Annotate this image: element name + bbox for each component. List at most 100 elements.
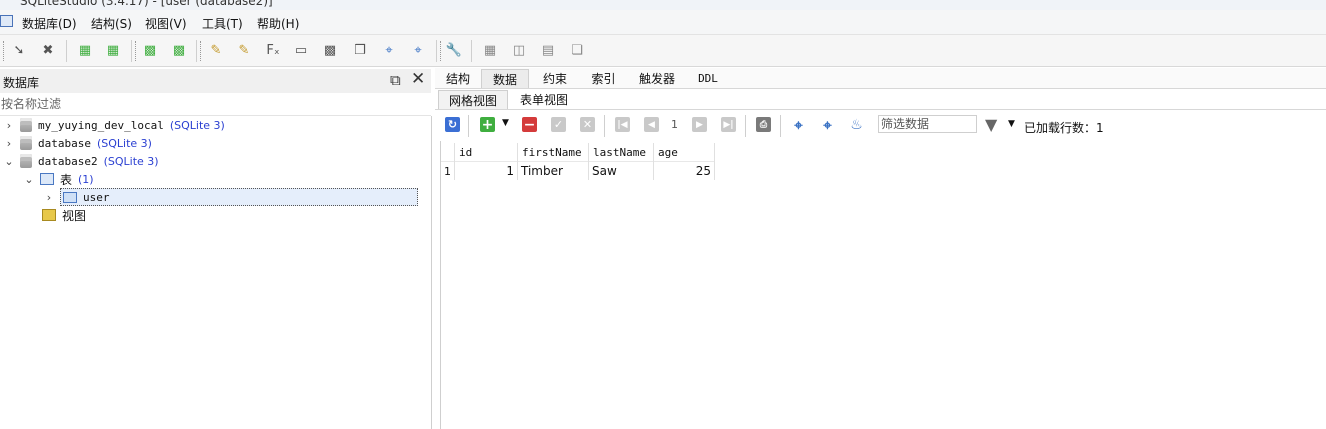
column-header-firstname[interactable]: firstName (517, 143, 589, 162)
tree-filter-input[interactable] (0, 95, 421, 113)
databases-panel-title: 数据库 (3, 76, 40, 90)
row-number-header (441, 143, 455, 162)
toolbar-grip[interactable] (200, 41, 204, 61)
import-data-icon[interactable]: ⌖ (791, 116, 806, 134)
first-page-icon[interactable]: |◀ (615, 117, 630, 132)
disconnect-db-icon[interactable]: ✖ (39, 41, 57, 59)
tab-grid-view[interactable]: 网格视图 (438, 90, 508, 109)
data-view-subtabs: 网格视图 表单视图 (435, 89, 1326, 110)
tab-data[interactable]: 数据 (481, 69, 529, 88)
cell-id[interactable]: 1 (454, 161, 518, 180)
filter-mode-dropdown-icon[interactable]: ▼ (1008, 119, 1015, 129)
main-toolbar: ➘ ✖ ▦ ▦ ▩ ▩ ✎ ✎ Fₓ ▭ ▩ ❒ ⌖ ⌖ 🔧 ▦ ◫ ▤ ❏ (0, 35, 1326, 67)
menu-view[interactable]: 视图(V) (145, 15, 187, 32)
create-table-icon[interactable]: ▩ (141, 41, 159, 59)
row-number[interactable]: 1 (441, 161, 455, 180)
connect-db-icon[interactable]: ➘ (10, 41, 28, 59)
edit-table-icon[interactable]: ▩ (170, 41, 188, 59)
previous-page-icon[interactable]: ◀ (644, 117, 659, 132)
float-panel-icon[interactable]: ⧉ (390, 71, 401, 89)
collation-icon[interactable]: ▭ (292, 41, 310, 59)
column-header-id[interactable]: id (454, 143, 518, 162)
edit-icon[interactable]: ✎ (207, 41, 225, 59)
menu-tools[interactable]: 工具(T) (202, 15, 243, 32)
toolbar-grip[interactable] (440, 41, 444, 61)
tables-folder-icon (40, 173, 54, 185)
settings-wrench-icon[interactable]: 🔧 (445, 41, 463, 59)
database-tree: › my_yuying_dev_local (SQLite 3) › datab… (0, 116, 432, 429)
tree-node-tables[interactable]: ⌄ 表 (1) (24, 170, 93, 188)
title-bar: SQLiteStudio (3.4.17) - [user (database2… (0, 0, 1326, 10)
tab-indexes[interactable]: 索引 (581, 69, 626, 87)
menu-structure[interactable]: 结构(S) (91, 15, 132, 32)
results-table: id firstName lastName age 1 1 Timber Saw… (441, 143, 715, 180)
tree-node-db-database2[interactable]: ⌄ database2 (SQLite 3) (4, 152, 159, 170)
selected-tree-item[interactable]: user (60, 188, 418, 206)
chevron-right-icon[interactable]: › (4, 119, 14, 132)
column-header-age[interactable]: age (653, 143, 715, 162)
tree-node-db-database[interactable]: › database (SQLite 3) (4, 134, 152, 152)
database-icon (20, 154, 32, 168)
table-row[interactable]: 1 1 Timber Saw 25 (441, 161, 715, 180)
cell-lastname[interactable]: Saw (588, 161, 654, 180)
rollback-icon[interactable]: ✕ (580, 117, 595, 132)
tile-vertical-icon[interactable]: ▤ (539, 41, 557, 59)
next-page-icon[interactable]: ▶ (692, 117, 707, 132)
print-icon[interactable]: ⎙ (756, 117, 771, 132)
sql-editor-icon[interactable]: ✎ (235, 41, 253, 59)
tile-windows-icon[interactable]: ▦ (481, 41, 499, 59)
close-panel-icon[interactable]: ✕ (411, 69, 425, 89)
grid-header-row: id firstName lastName age (441, 143, 715, 162)
chevron-right-icon[interactable]: › (4, 137, 14, 150)
populate-table-icon[interactable]: ♨ (849, 117, 864, 133)
commit-icon[interactable]: ✓ (551, 117, 566, 132)
tab-constraints[interactable]: 约束 (531, 69, 579, 87)
tree-node-views[interactable]: 视图 (42, 206, 86, 224)
database-icon (20, 118, 32, 132)
cell-age[interactable]: 25 (653, 161, 715, 180)
chevron-down-icon[interactable]: ⌄ (4, 155, 14, 168)
delete-row-icon[interactable]: − (522, 117, 537, 133)
function-icon[interactable]: Fₓ (264, 41, 282, 59)
cell-firstname[interactable]: Timber (517, 161, 589, 180)
data-toolbar: ↻ + ▼ − ✓ ✕ |◀ ◀ 1 ▶ ▶| ⎙ ⌖ ⌖ ♨ ▼ ▼ 已加载行… (440, 111, 1326, 139)
add-db-icon[interactable]: ▦ (76, 41, 94, 59)
tab-form-view[interactable]: 表单视图 (510, 90, 578, 108)
chevron-right-icon[interactable]: › (44, 191, 54, 204)
tree-node-table-user[interactable]: › user (44, 188, 418, 206)
chevron-down-icon[interactable]: ⌄ (24, 173, 34, 186)
export-icon[interactable]: ⌖ (409, 41, 427, 59)
tree-filter (0, 95, 431, 116)
cascade-windows-icon[interactable]: ❏ (568, 41, 586, 59)
tab-ddl[interactable]: DDL (688, 69, 728, 87)
data-grid: id firstName lastName age 1 1 Timber Saw… (440, 141, 1326, 429)
tile-horizontal-icon[interactable]: ◫ (510, 41, 528, 59)
tab-triggers[interactable]: 触发器 (628, 69, 686, 87)
window-title: SQLiteStudio (3.4.17) - [user (database2… (20, 0, 273, 8)
data-filter-box (878, 115, 979, 133)
last-page-icon[interactable]: ▶| (721, 117, 736, 132)
menu-bar: 数据库(D) 结构(S) 视图(V) 工具(T) 帮助(H) (0, 10, 1326, 35)
data-filter-input[interactable] (879, 116, 979, 132)
extension-icon[interactable]: ▩ (321, 41, 339, 59)
toolbar-grip[interactable] (135, 41, 139, 61)
databases-panel-header: 数据库 ⧉ ✕ (0, 69, 431, 93)
tab-structure[interactable]: 结构 (437, 69, 479, 87)
edit-db-icon[interactable]: ▦ (104, 41, 122, 59)
filter-funnel-icon[interactable]: ▼ (985, 115, 997, 134)
column-header-lastname[interactable]: lastName (588, 143, 654, 162)
database-icon (20, 136, 32, 150)
table-icon (63, 191, 77, 203)
menu-help[interactable]: 帮助(H) (257, 15, 299, 32)
export-data-icon[interactable]: ⌖ (820, 116, 835, 134)
import-icon[interactable]: ⌖ (380, 41, 398, 59)
package-icon[interactable]: ❒ (351, 41, 369, 59)
refresh-icon[interactable]: ↻ (445, 117, 460, 132)
tree-node-db-my-yuying[interactable]: › my_yuying_dev_local (SQLite 3) (4, 116, 225, 134)
add-row-dropdown-icon[interactable]: ▼ (502, 118, 509, 128)
menu-database[interactable]: 数据库(D) (22, 15, 77, 32)
toolbar-grip[interactable] (3, 41, 7, 61)
table-editor-tabs: 结构 数据 约束 索引 触发器 DDL (435, 68, 1326, 89)
add-row-icon[interactable]: + (480, 117, 495, 133)
rows-loaded-label: 已加载行数：1 (1024, 121, 1104, 135)
